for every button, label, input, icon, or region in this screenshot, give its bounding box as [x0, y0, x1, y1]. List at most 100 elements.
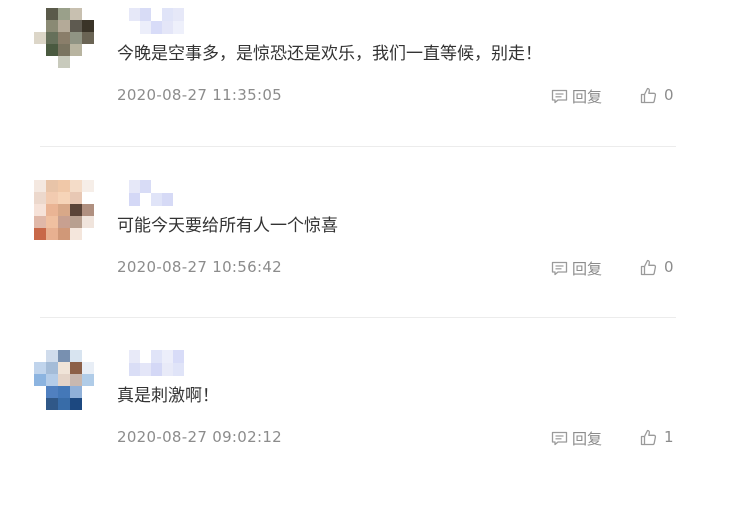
username-pixel: [184, 363, 195, 376]
like-button[interactable]: 1: [640, 427, 674, 447]
username-pixel: [129, 180, 140, 193]
like-button[interactable]: 0: [640, 257, 674, 277]
avatar-pixel: [34, 180, 46, 192]
username-pixel: [129, 363, 140, 376]
username-pixel: [173, 8, 184, 21]
avatar-pixel: [58, 228, 70, 240]
username-pixel: [118, 21, 129, 34]
avatar-pixel: [70, 228, 82, 240]
username-pixel: [195, 193, 206, 206]
username-pixel: [195, 8, 206, 21]
avatar-pixel: [34, 192, 46, 204]
username-pixel: [118, 363, 129, 376]
username-pixel: [184, 180, 195, 193]
avatar-pixel: [82, 398, 94, 410]
avatar-pixel: [58, 56, 70, 68]
avatar-pixel: [46, 386, 58, 398]
avatar-pixel: [58, 216, 70, 228]
username-pixel: [129, 21, 140, 34]
avatar-pixel: [58, 398, 70, 410]
avatar-pixel: [82, 216, 94, 228]
comment-time: 2020-08-27 11:35:05: [117, 86, 283, 104]
username-pixel: [162, 193, 173, 206]
username-pixel: [129, 193, 140, 206]
username-pixel: [140, 363, 151, 376]
avatar-pixel: [70, 56, 82, 68]
avatar-pixel: [70, 32, 82, 44]
avatar-pixel: [34, 216, 46, 228]
username-pixel: [151, 180, 162, 193]
avatar-pixel: [58, 180, 70, 192]
avatar-pixel: [46, 180, 58, 192]
avatar-pixel: [34, 56, 46, 68]
avatar-pixel: [58, 386, 70, 398]
username-mosaic[interactable]: [118, 350, 206, 376]
avatar-pixel: [82, 228, 94, 240]
avatar-pixel: [70, 350, 82, 362]
comment-item: 今晚是空事多，是惊恐还是欢乐，我们一直等候，别走！ 2020-08-27 11:…: [0, 0, 754, 170]
avatar-pixel: [70, 374, 82, 386]
like-count: 1: [664, 428, 674, 446]
username-pixel: [129, 350, 140, 363]
avatar-pixel: [46, 44, 58, 56]
avatar-pixel: [70, 362, 82, 374]
avatar-pixel: [82, 386, 94, 398]
like-count: 0: [664, 258, 674, 276]
username-pixel: [162, 21, 173, 34]
username-pixel: [140, 8, 151, 21]
thumbs-up-icon: [640, 87, 657, 103]
avatar-pixel: [58, 362, 70, 374]
avatar-pixel: [46, 20, 58, 32]
username-pixel: [184, 193, 195, 206]
reply-icon: [551, 89, 568, 103]
avatar[interactable]: [34, 8, 94, 68]
reply-icon: [551, 261, 568, 275]
avatar-pixel: [46, 350, 58, 362]
username-pixel: [173, 193, 184, 206]
username-pixel: [195, 180, 206, 193]
username-pixel: [162, 350, 173, 363]
avatar-pixel: [34, 32, 46, 44]
avatar-pixel: [46, 56, 58, 68]
comment-item: 真是刺激啊！ 2020-08-27 09:02:12 回复 1: [0, 342, 754, 512]
avatar-pixel: [82, 350, 94, 362]
avatar-pixel: [46, 362, 58, 374]
avatar-pixel: [70, 386, 82, 398]
comment-content: 可能今天要给所有人一个惊喜: [117, 216, 338, 236]
avatar-pixel: [82, 20, 94, 32]
like-button[interactable]: 0: [640, 85, 674, 105]
avatar-pixel: [46, 204, 58, 216]
avatar-pixel: [58, 20, 70, 32]
username-pixel: [173, 350, 184, 363]
avatar-pixel: [82, 44, 94, 56]
reply-label: 回复: [572, 87, 603, 106]
avatar-pixel: [34, 362, 46, 374]
avatar-pixel: [82, 192, 94, 204]
reply-button[interactable]: 回复: [551, 428, 602, 448]
avatar-pixel: [58, 374, 70, 386]
avatar-pixel: [58, 204, 70, 216]
avatar-pixel: [46, 8, 58, 20]
avatar-pixel: [58, 192, 70, 204]
avatar-pixel: [58, 8, 70, 20]
avatar-pixel: [34, 204, 46, 216]
reply-button[interactable]: 回复: [551, 86, 602, 106]
username-mosaic[interactable]: [118, 180, 206, 206]
username-mosaic[interactable]: [118, 8, 206, 34]
username-pixel: [151, 21, 162, 34]
avatar[interactable]: [34, 180, 94, 240]
thumbs-up-icon: [640, 259, 657, 275]
avatar-pixel: [58, 350, 70, 362]
avatar-pixel: [70, 44, 82, 56]
username-pixel: [140, 350, 151, 363]
avatar[interactable]: [34, 350, 94, 410]
username-pixel: [140, 180, 151, 193]
username-pixel: [162, 180, 173, 193]
username-pixel: [173, 21, 184, 34]
username-pixel: [184, 21, 195, 34]
avatar-pixel: [70, 216, 82, 228]
username-pixel: [162, 363, 173, 376]
reply-button[interactable]: 回复: [551, 258, 602, 278]
username-pixel: [162, 8, 173, 21]
username-pixel: [173, 363, 184, 376]
